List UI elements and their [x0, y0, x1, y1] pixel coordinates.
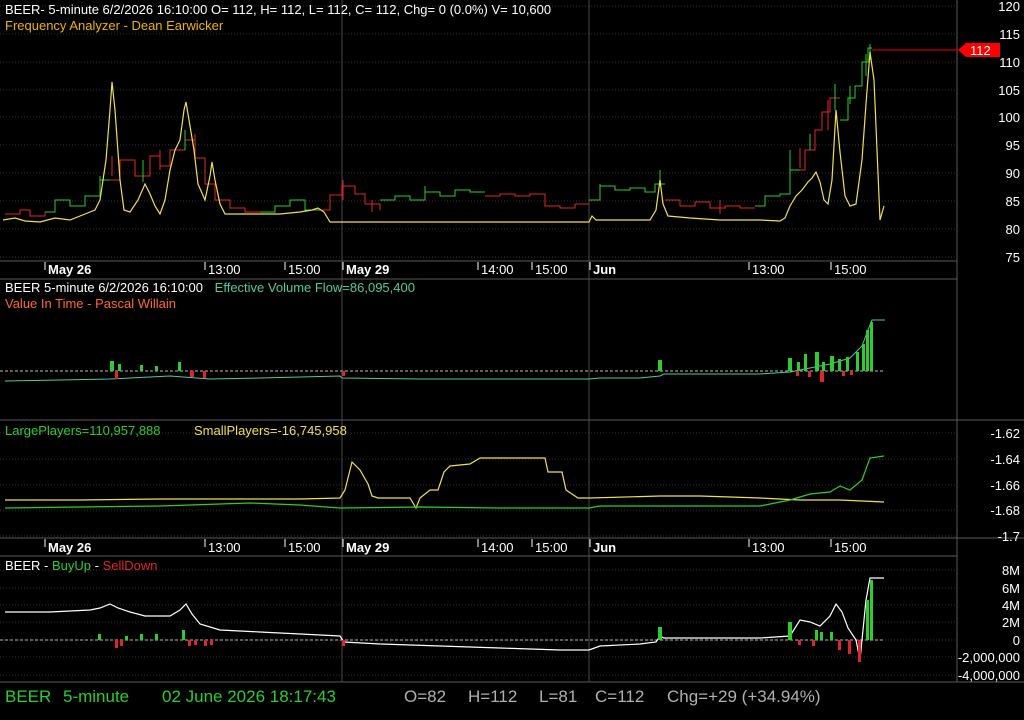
time-ticks-bottom: [44, 539, 832, 547]
time-axis-bottom: May 26 13:00 15:00 May 29 14:00 15:00 Ju…: [48, 540, 867, 555]
time-label: May 26: [48, 262, 91, 277]
panel4-title: BEER - BuyUp - SellDown: [5, 558, 158, 573]
panel1-header: BEER- 5-minute 6/2/2026 16:10:00 O= 112,…: [5, 2, 551, 17]
y-tick: 4M: [1002, 598, 1020, 613]
time-label: 15:00: [834, 540, 867, 555]
y-tick: 85: [1006, 194, 1020, 209]
panel1-subheader: Frequency Analyzer - Dean Earwicker: [5, 18, 224, 33]
time-label: 13:00: [208, 540, 241, 555]
buyup-selldown: [0, 577, 885, 662]
time-label: Jun: [593, 262, 616, 277]
y-tick: 80: [1006, 222, 1020, 237]
grid-lines: [0, 5, 957, 676]
panel4-buyup: BuyUp: [52, 558, 91, 573]
y-tick: 8M: [1002, 563, 1020, 578]
large-players-label: LargePlayers=110,957,888: [5, 423, 161, 438]
time-label: 15:00: [535, 262, 568, 277]
time-label: 13:00: [208, 262, 241, 277]
y-tick: 105: [998, 83, 1020, 98]
y-tick: -2,000,000: [958, 650, 1020, 665]
time-label: 15:00: [288, 262, 321, 277]
y-tick: 120: [998, 0, 1020, 14]
panel4-ticker: BEER -: [5, 558, 52, 573]
time-axis-top: May 26 13:00 15:00 May 29 14:00 15:00 Ju…: [48, 262, 867, 277]
footer-symbol: BEER: [5, 687, 51, 706]
chart-window[interactable]: 112 120 115 110 105 100 95 90 85 80 75 -…: [0, 0, 1024, 720]
time-label: May 29: [346, 540, 389, 555]
footer-close: C=112: [595, 687, 644, 706]
panel2-header-flow: Effective Volume Flow=86,095,400: [215, 280, 415, 295]
y-tick: -1.7: [998, 529, 1020, 544]
panel4-selldown: SellDown: [103, 558, 158, 573]
time-ticks-top: [44, 262, 832, 270]
price-bars: [5, 44, 872, 217]
time-label: May 29: [346, 262, 389, 277]
y-tick: 75: [1006, 250, 1020, 265]
last-price-tag: 112: [872, 43, 1000, 58]
status-bar: BEER 5-minute 02 June 2026 18:17:43 O=82…: [5, 687, 821, 706]
footer-open: O=82: [404, 687, 446, 706]
panel2-header-prefix: BEER 5-minute 6/2/2026 16:10:00: [5, 280, 203, 295]
y-tick: 115: [999, 27, 1020, 42]
time-label: 15:00: [288, 540, 321, 555]
footer-low: L=81: [539, 687, 577, 706]
footer-high: H=112: [468, 687, 517, 706]
small-players-label: SmallPlayers=-16,745,958: [194, 423, 347, 438]
y-tick: -1.62: [990, 426, 1020, 441]
panel2-subheader: Value In Time - Pascal Willain: [5, 296, 176, 311]
panel3-y-axis: -1.62 -1.64 -1.66 -1.68 -1.7: [990, 426, 1020, 544]
y-tick: 0: [1013, 633, 1020, 648]
players-lines: [4, 455, 885, 510]
panel2-header: BEER 5-minute 6/2/2026 16:10:00 Effectiv…: [5, 280, 415, 295]
footer-datetime: 02 June 2026 18:17:43: [162, 687, 336, 706]
y-tick: -1.68: [990, 503, 1020, 518]
panel4-sep: -: [95, 558, 99, 573]
footer-change: Chg=+29 (+34.94%): [667, 687, 821, 706]
y-tick: 2M: [1002, 615, 1020, 630]
y-tick: 100: [998, 110, 1020, 125]
time-label: 14:00: [481, 262, 514, 277]
time-label: May 26: [48, 540, 91, 555]
time-label: 15:00: [535, 540, 568, 555]
time-label: Jun: [593, 540, 616, 555]
time-label: 13:00: [752, 262, 785, 277]
y-tick: -4,000,000: [958, 668, 1020, 683]
day-separators: [341, 0, 590, 682]
time-label: 14:00: [481, 540, 514, 555]
y-tick: 95: [1006, 138, 1020, 153]
time-label: 13:00: [752, 540, 785, 555]
y-tick: 110: [999, 55, 1020, 70]
price-tag-label: 112: [970, 43, 991, 58]
footer-interval: 5-minute: [63, 687, 129, 706]
y-tick: 6M: [1002, 581, 1020, 596]
y-tick: -1.64: [990, 452, 1020, 467]
time-label: 15:00: [834, 262, 867, 277]
y-tick: 90: [1006, 166, 1020, 181]
panel1-y-axis: 120 115 110 105 100 95 90 85 80 75: [998, 0, 1020, 265]
volume-flow-histogram: [0, 319, 885, 382]
panel4-y-axis: 8M 6M 4M 2M 0 -2,000,000 -4,000,000: [958, 563, 1020, 683]
y-tick: -1.66: [990, 478, 1020, 493]
